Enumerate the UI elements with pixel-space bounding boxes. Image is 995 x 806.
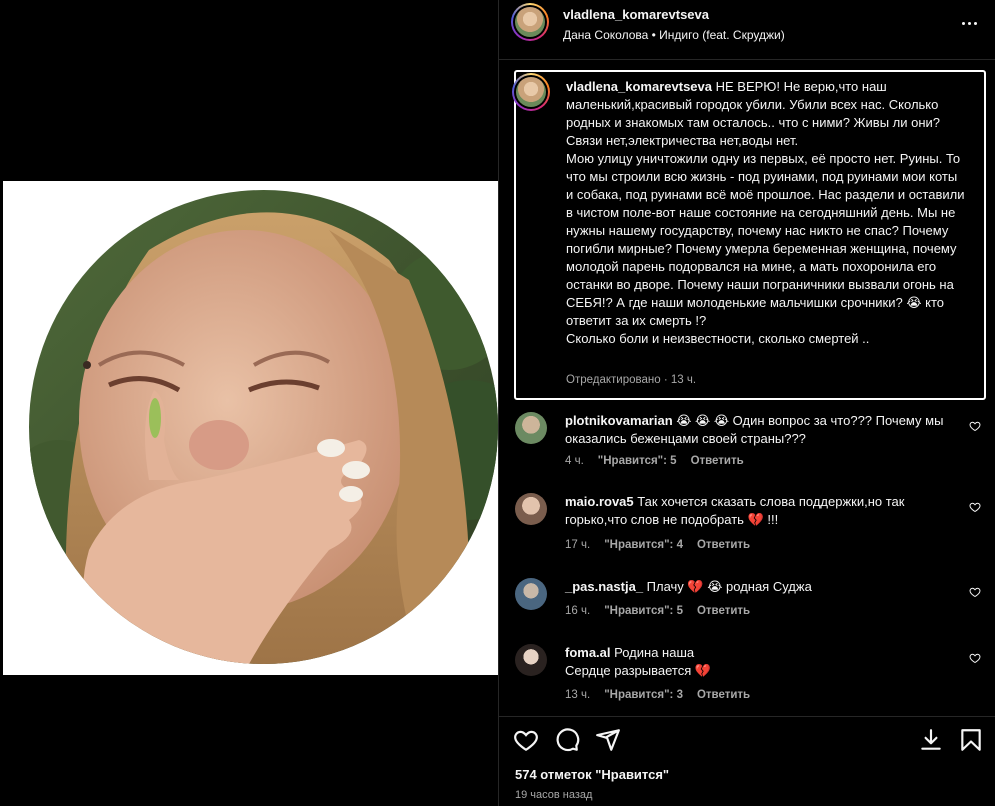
commenter-avatar[interactable] — [515, 412, 547, 444]
post-timestamp: 19 часов назад — [515, 789, 593, 801]
commenter-avatar[interactable] — [515, 578, 547, 610]
post-photo-frame — [3, 181, 498, 675]
likes-count[interactable]: 574 отметок "Нравится" — [515, 767, 669, 782]
comment-meta: 16 ч. "Нравится": 5 Ответить — [565, 605, 751, 617]
comment-text: maio.rova5 Так хочется сказать слова под… — [565, 494, 905, 527]
more-icon[interactable] — [958, 16, 980, 30]
commenter-avatar[interactable] — [515, 493, 547, 525]
comment-meta: 4 ч. "Нравится": 5 Ответить — [565, 455, 744, 467]
download-icon[interactable] — [918, 727, 944, 753]
comment-like-icon[interactable] — [969, 501, 981, 513]
comment-icon[interactable] — [554, 727, 580, 753]
comment-item: plotnikovamarian 😭 😭 😭 Один вопрос за чт… — [515, 412, 985, 472]
author-username[interactable]: vladlena_komarevtseva — [563, 7, 709, 22]
commenter-username[interactable]: _pas.nastja_ — [565, 579, 643, 594]
commenter-username[interactable]: maio.rova5 — [565, 494, 634, 509]
bookmark-icon[interactable] — [958, 727, 984, 753]
heart-icon[interactable] — [513, 727, 539, 753]
caption: vladlena_komarevtseva НЕ ВЕРЮ! Не верю,ч… — [566, 78, 966, 348]
commenter-username[interactable]: foma.al — [565, 645, 611, 660]
commenter-avatar[interactable] — [515, 644, 547, 676]
post-header: vladlena_komarevtseva Дана Соколова • Ин… — [499, 0, 995, 60]
audio-track[interactable]: Дана Соколова • Индиго (feat. Скруджи) — [563, 28, 785, 42]
post-media — [0, 0, 498, 806]
comment-likes[interactable]: "Нравится": 5 — [604, 605, 683, 617]
comment-like-icon[interactable] — [969, 420, 981, 432]
post-photo[interactable] — [29, 190, 498, 664]
comment-like-icon[interactable] — [969, 586, 981, 598]
comment-meta: 13 ч. "Нравится": 3 Ответить — [565, 689, 751, 701]
author-avatar[interactable] — [511, 3, 549, 41]
commenter-username[interactable]: plotnikovamarian — [565, 413, 673, 428]
reply-button[interactable]: Ответить — [697, 539, 750, 551]
comment-text: plotnikovamarian 😭 😭 😭 Один вопрос за чт… — [565, 413, 944, 446]
action-bar — [499, 716, 995, 762]
caption-text: НЕ ВЕРЮ! Не верю,что наш маленький,краси… — [566, 79, 965, 346]
reply-button[interactable]: Ответить — [697, 689, 750, 701]
send-icon[interactable] — [595, 727, 621, 753]
comment-text: _pas.nastja_ Плачу 💔 😭 родная Суджа — [565, 579, 812, 594]
comment-item: maio.rova5 Так хочется сказать слова под… — [515, 493, 985, 553]
comment-item: _pas.nastja_ Плачу 💔 😭 родная Суджа 16 ч… — [515, 578, 985, 622]
comment-text: foma.al Родина наша Сердце разрывается 💔 — [565, 645, 712, 678]
comment-likes[interactable]: "Нравится": 3 — [604, 689, 683, 701]
comment-like-icon[interactable] — [969, 652, 981, 664]
reply-button[interactable]: Ответить — [697, 605, 750, 617]
comment-likes[interactable]: "Нравится": 4 — [604, 539, 683, 551]
comment-item: foma.al Родина наша Сердце разрывается 💔… — [515, 644, 985, 704]
caption-highlight: vladlena_komarevtseva НЕ ВЕРЮ! Не верю,ч… — [512, 70, 986, 400]
caption-username[interactable]: vladlena_komarevtseva — [566, 79, 712, 94]
comment-likes[interactable]: "Нравится": 5 — [598, 455, 677, 467]
reply-button[interactable]: Ответить — [691, 455, 744, 467]
caption-meta: Отредактировано · 13 ч. — [566, 374, 697, 386]
caption-avatar[interactable] — [512, 73, 550, 111]
comment-meta: 17 ч. "Нравится": 4 Ответить — [565, 539, 751, 551]
post-panel: vladlena_komarevtseva Дана Соколова • Ин… — [498, 0, 995, 806]
